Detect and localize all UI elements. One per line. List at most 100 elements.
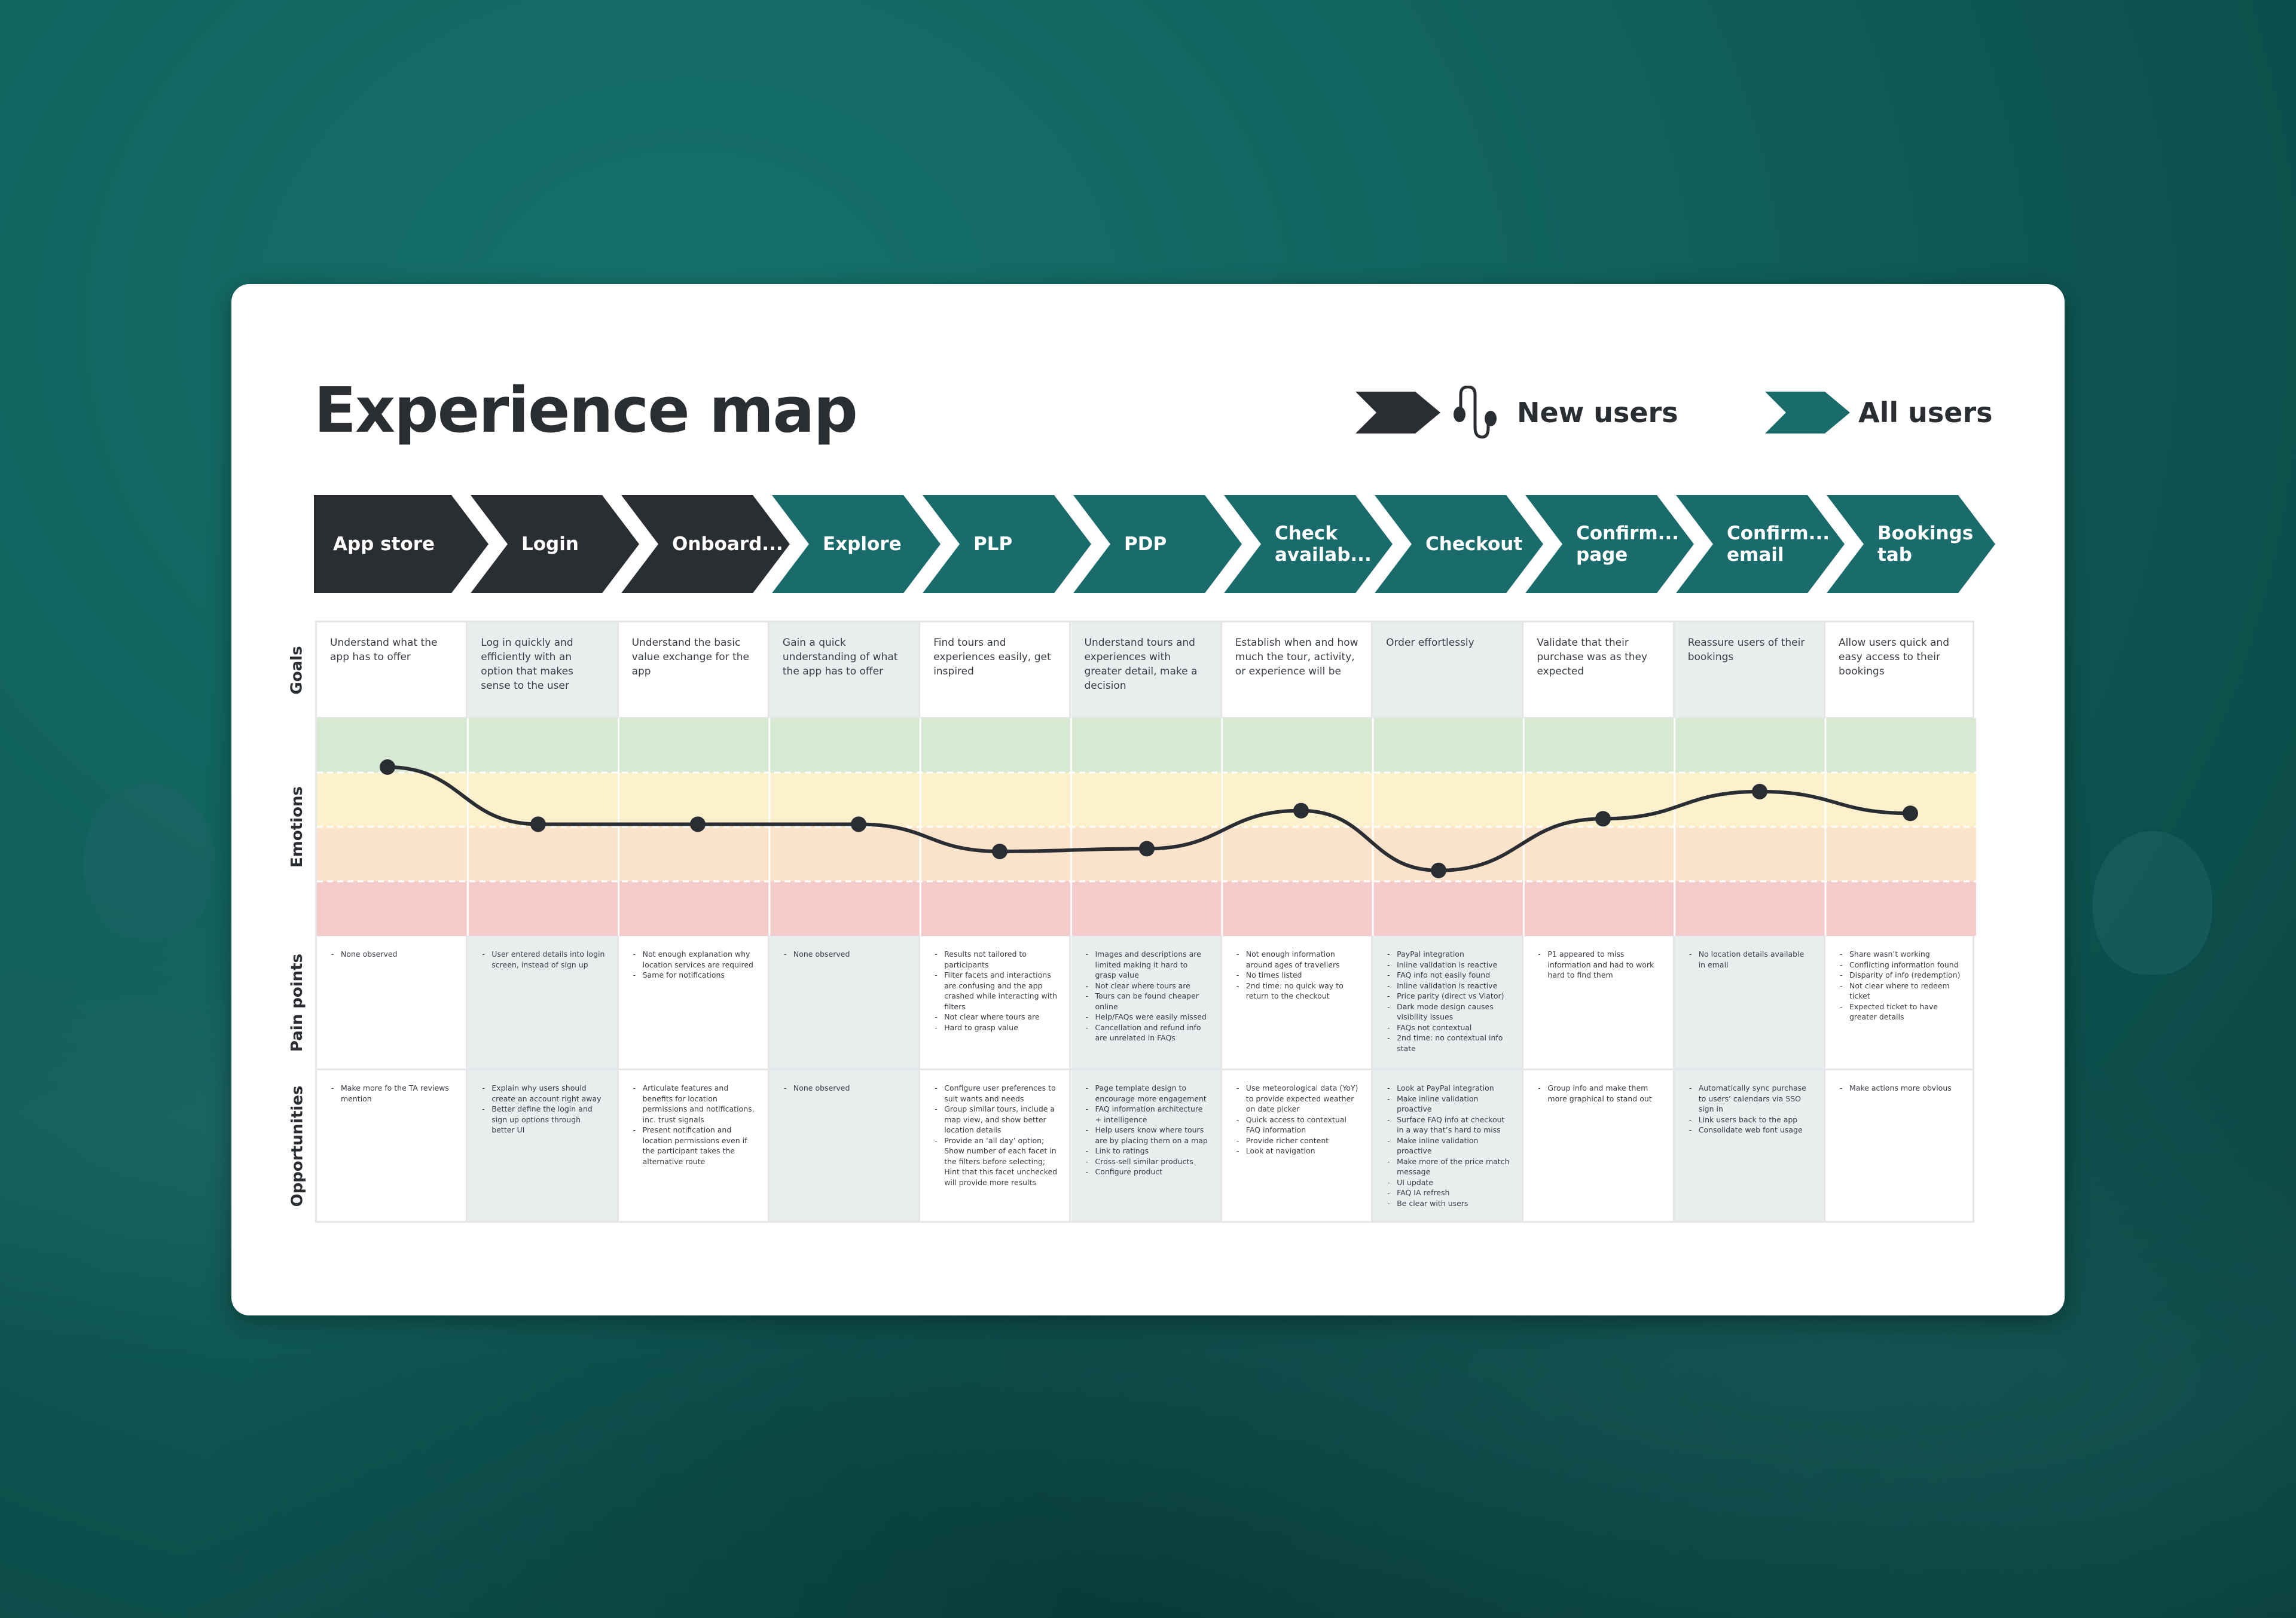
experience-map-card: Experience map New users All users App s…: [231, 284, 2065, 1315]
emotion-point: [380, 759, 395, 775]
bullet-item: Look at navigation: [1235, 1146, 1359, 1156]
bullet-item: UI update: [1386, 1177, 1510, 1188]
bullet-item: Explain why users should create an accou…: [481, 1083, 604, 1104]
bullet-item: PayPal integration: [1386, 949, 1510, 960]
journey-stages: App store Login Onboard... Explore PLP PDP Che…: [314, 495, 2096, 593]
bullet-item: Not clear where tours are: [933, 1012, 1057, 1022]
stage-label: Explore: [823, 533, 902, 555]
opportunity-cell: Look at PayPal integrationMake inline va…: [1373, 1070, 1524, 1221]
bullet-item: Page template design to encourage more e…: [1085, 1083, 1208, 1104]
bullet-item: Filter facets and interactions are confu…: [933, 970, 1057, 1012]
emotion-point: [992, 843, 1007, 859]
bullet-item: FAQs not contextual: [1386, 1022, 1510, 1033]
bullet-item: FAQ information architecture + intellige…: [1085, 1104, 1208, 1125]
stage-label: Confirm... page: [1576, 523, 1680, 566]
emotion-point: [1293, 802, 1309, 819]
goal-cell: Understand the basic value exchange for …: [619, 622, 770, 718]
opportunity-cell: None observed: [769, 1070, 921, 1221]
opportunity-cell: Explain why users should create an accou…: [468, 1070, 619, 1221]
bullet-item: Make more fo the TA reviews mention: [330, 1083, 454, 1104]
bullet-item: 2nd time: no contextual info state: [1386, 1033, 1510, 1054]
bullet-item: Look at PayPal integration: [1386, 1083, 1510, 1094]
goal-cell: Allow users quick and easy access to the…: [1825, 622, 1976, 718]
bullet-item: 2nd time: no quick way to return to the …: [1235, 981, 1359, 1002]
bullet-list: Not enough explanation why location serv…: [632, 949, 756, 981]
opportunity-cell: Make actions more obvious: [1825, 1070, 1976, 1221]
bullet-list: None observed: [330, 949, 454, 960]
emotion-point: [1595, 811, 1611, 827]
goal-text: Gain a quick understanding of what the a…: [782, 637, 898, 677]
pain-point-cell: Results not tailored to participantsFilt…: [920, 936, 1071, 1070]
bullet-item: Be clear with users: [1386, 1198, 1510, 1209]
pain-point-cell: Not enough information around ages of tr…: [1222, 936, 1373, 1070]
bullet-item: Dark mode design causes visibility issue…: [1386, 1002, 1510, 1022]
bullet-item: Surface FAQ info at checkout in a way th…: [1386, 1115, 1510, 1135]
bullet-list: Articulate features and benefits for loc…: [632, 1083, 756, 1167]
bullet-list: Explain why users should create an accou…: [481, 1083, 604, 1135]
bullet-item: Link to ratings: [1085, 1146, 1208, 1156]
bullet-item: Not enough information around ages of tr…: [1235, 949, 1359, 970]
bullet-item: Same for notifications: [632, 970, 756, 981]
bullet-item: Inline validation is reactive: [1386, 960, 1510, 970]
bullet-item: None observed: [330, 949, 454, 960]
goal-text: Understand tours and experiences with gr…: [1084, 637, 1198, 692]
stage-label: App store: [333, 533, 435, 555]
stage-label: Onboard...: [672, 533, 783, 555]
bullet-list: User entered details into login screen, …: [481, 949, 604, 970]
bullet-item: Make actions more obvious: [1839, 1083, 1964, 1094]
bullet-item: P1 appeared to miss information and had …: [1537, 949, 1660, 981]
goal-text: Understand what the app has to offer: [330, 637, 438, 663]
bullet-item: Price parity (direct vs Viator): [1386, 991, 1510, 1002]
row-label-pain-points: Pain points: [288, 953, 306, 1052]
goal-text: Establish when and how much the tour, ac…: [1235, 637, 1358, 677]
bullet-list: Use meteorological data (YoY) to provide…: [1235, 1083, 1359, 1156]
row-label-opportunities: Opportunities: [288, 1085, 307, 1207]
emotion-point: [1903, 805, 1918, 822]
bullet-item: Automatically sync purchase to users’ ca…: [1688, 1083, 1812, 1115]
bullet-item: Not clear where tours are: [1085, 981, 1208, 991]
opportunity-cell: Configure user preferences to suit wants…: [920, 1070, 1071, 1221]
bullet-item: Quick access to contextual FAQ informati…: [1235, 1115, 1359, 1135]
opportunity-cell: Make more fo the TA reviews mention: [317, 1070, 468, 1221]
journey-path-icon: [1454, 386, 1497, 439]
pain-point-cell: None observed: [317, 936, 468, 1070]
bullet-item: Make inline validation proactive: [1386, 1094, 1510, 1115]
pain-point-cell: User entered details into login screen, …: [468, 936, 619, 1070]
opportunity-cell: Page template design to encourage more e…: [1071, 1070, 1222, 1221]
bullet-list: No location details available in email: [1688, 949, 1812, 970]
emotion-band-negative: [317, 881, 1977, 936]
bullet-item: Use meteorological data (YoY) to provide…: [1235, 1083, 1359, 1115]
legend-chevron-new-users: [1355, 392, 1440, 433]
legend-new-users: New users: [1355, 386, 1678, 439]
opportunity-cell: Articulate features and benefits for loc…: [619, 1070, 770, 1221]
emotion-point: [851, 816, 866, 832]
bullet-item: Results not tailored to participants: [933, 949, 1057, 970]
stage-label: PDP: [1124, 533, 1167, 555]
bullet-item: Link users back to the app: [1688, 1115, 1812, 1125]
emotions-chart: [317, 718, 1977, 936]
bullet-item: Consolidate web font usage: [1688, 1125, 1812, 1135]
stage-label: PLP: [973, 533, 1013, 555]
bullet-item: No location details available in email: [1688, 949, 1812, 970]
bullet-item: Better define the login and sign up opti…: [481, 1104, 604, 1135]
goal-text: Understand the basic value exchange for …: [631, 637, 749, 677]
bullet-list: Automatically sync purchase to users’ ca…: [1688, 1083, 1812, 1135]
opportunity-cell: Use meteorological data (YoY) to provide…: [1222, 1070, 1373, 1221]
legend-label-new-users: New users: [1517, 396, 1678, 429]
row-label-goals: Goals: [288, 646, 307, 695]
goal-text: Order effortlessly: [1386, 637, 1474, 649]
pain-point-cell: No location details available in email: [1674, 936, 1825, 1070]
bullet-item: Make inline validation proactive: [1386, 1135, 1510, 1156]
goal-cell: Validate that their purchase was as they…: [1523, 622, 1675, 718]
bullet-item: None observed: [783, 1083, 906, 1094]
emotion-point: [1139, 841, 1155, 857]
goal-cell: Order effortlessly: [1373, 622, 1524, 718]
emotion-point: [1431, 862, 1446, 878]
bullet-list: Make more fo the TA reviews mention: [330, 1083, 454, 1104]
goal-cell: Gain a quick understanding of what the a…: [769, 622, 921, 718]
bullet-item: Configure user preferences to suit wants…: [933, 1083, 1057, 1104]
bullet-item: Hard to grasp value: [933, 1022, 1057, 1033]
bullet-list: Results not tailored to participantsFilt…: [933, 949, 1057, 1033]
bullet-item: Group info and make them more graphical …: [1537, 1083, 1660, 1104]
emotion-band-neutral: [317, 773, 1977, 827]
